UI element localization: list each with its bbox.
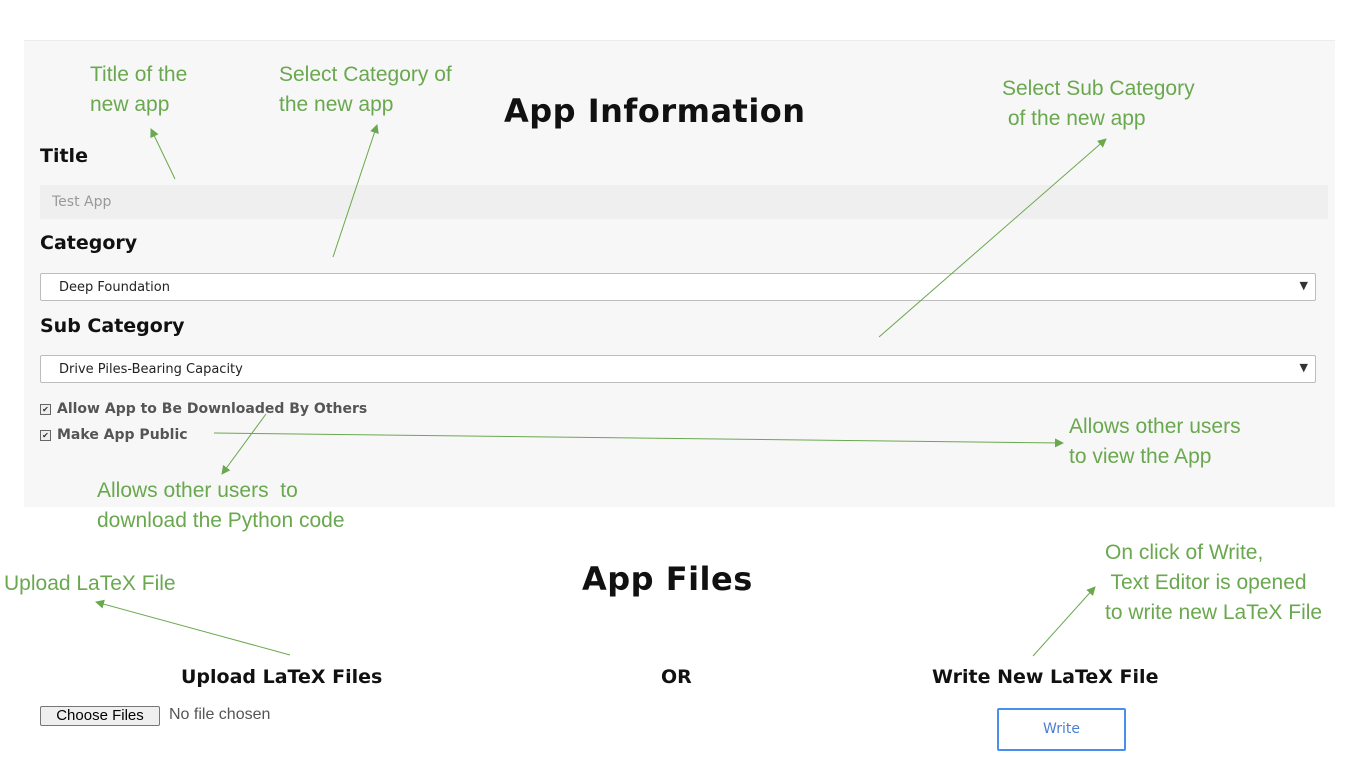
app-information-heading: App Information: [504, 92, 806, 130]
title-label: Title: [40, 145, 88, 167]
annotation-arrow-icon: [95, 599, 291, 656]
checkbox-checked-icon[interactable]: ✔: [40, 429, 51, 441]
public-annotation: Allows other users to view the App: [1069, 415, 1241, 468]
make-public-checkbox-row[interactable]: ✔ Make App Public: [40, 427, 188, 443]
category-select[interactable]: Deep Foundation ▼: [40, 273, 1316, 301]
category-label: Category: [40, 232, 138, 254]
title-annotation: Title of the new app: [90, 63, 188, 116]
dropdown-arrow-icon: ▼: [1299, 361, 1308, 374]
dropdown-arrow-icon: ▼: [1299, 279, 1308, 292]
annotation-arrow-icon: [1032, 586, 1096, 657]
category-selected-value: Deep Foundation: [59, 280, 170, 295]
sub-category-select[interactable]: Drive Piles-Bearing Capacity ▼: [40, 355, 1316, 383]
write-annotation: On click of Write, Text Editor is opened…: [1105, 541, 1323, 624]
or-label: OR: [661, 666, 692, 688]
allow-download-label: Allow App to Be Downloaded By Others: [57, 401, 368, 417]
make-public-label: Make App Public: [57, 427, 188, 443]
write-button[interactable]: Write: [997, 708, 1126, 751]
allow-download-checkbox-row[interactable]: ✔ Allow App to Be Downloaded By Others: [40, 401, 367, 417]
checkbox-checked-icon[interactable]: ✔: [40, 403, 51, 415]
write-latex-heading: Write New LaTeX File: [932, 666, 1159, 688]
title-input[interactable]: Test App: [40, 185, 1328, 219]
sub-category-selected-value: Drive Piles-Bearing Capacity: [59, 362, 243, 377]
app-files-heading: App Files: [582, 560, 753, 598]
no-file-chosen-text: No file chosen: [169, 706, 271, 723]
sub-category-annotation: Select Sub Category of the new app: [1002, 77, 1195, 130]
sub-category-label: Sub Category: [40, 315, 185, 337]
choose-files-button[interactable]: Choose Files: [40, 706, 160, 726]
category-annotation: Select Category of the new app: [279, 63, 452, 116]
upload-latex-heading: Upload LaTeX Files: [181, 666, 383, 688]
upload-annotation: Upload LaTeX File: [4, 572, 176, 595]
download-annotation: Allows other users to download the Pytho…: [97, 479, 345, 532]
